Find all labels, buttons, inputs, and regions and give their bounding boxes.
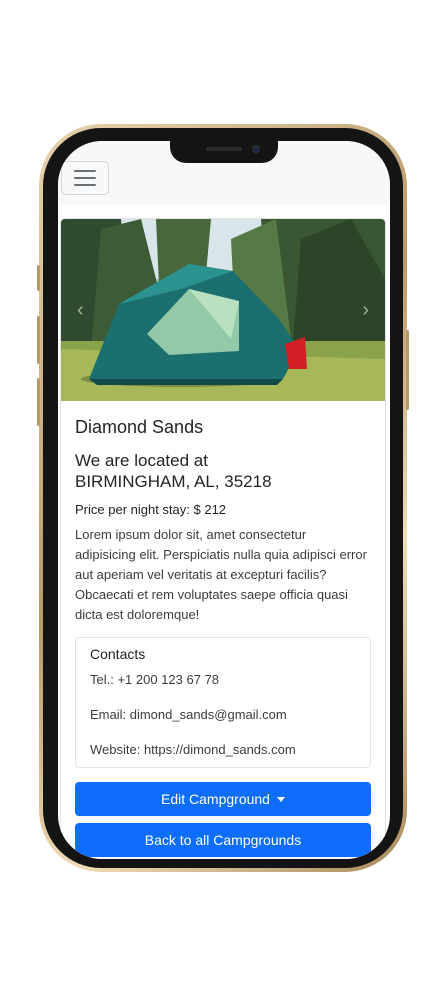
contact-email: Email: dimond_sands@gmail.com [90, 707, 287, 722]
speaker-grille [206, 147, 242, 151]
campground-card: ‹ › Diamond Sands We are located at BIRM… [60, 218, 386, 859]
carousel-prev-icon[interactable]: ‹ [77, 299, 84, 322]
edit-campground-label: Edit Campground [161, 791, 270, 807]
hamburger-icon-line [74, 170, 96, 172]
location-prefix: We are located at [75, 451, 208, 470]
phone-volume-up [37, 316, 40, 364]
campground-photo: ‹ › [61, 219, 385, 401]
phone-notch [170, 141, 278, 163]
navbar-toggler-button[interactable] [61, 161, 109, 195]
card-body: Diamond Sands We are located at BIRMINGH… [61, 401, 385, 857]
back-to-campgrounds-button[interactable]: Back to all Campgrounds [75, 823, 371, 857]
contact-website: Website: https://dimond_sands.com [90, 742, 296, 757]
price-per-night: Price per night stay: $ 212 [75, 502, 227, 517]
campground-title: Diamond Sands [75, 417, 204, 437]
tent-image [61, 219, 385, 401]
front-camera [252, 145, 260, 153]
contacts-box: Contacts Tel.: +1 200 123 67 78 Email: d… [75, 637, 371, 768]
carousel-next-icon[interactable]: › [362, 299, 369, 322]
campground-description: Lorem ipsum dolor sit, amet consectetur … [75, 527, 367, 622]
hamburger-icon-line [74, 177, 96, 179]
phone-screen: ‹ › Diamond Sands We are located at BIRM… [58, 141, 390, 859]
hamburger-icon-line [74, 184, 96, 186]
caret-down-icon [276, 797, 285, 802]
campground-location: We are located at BIRMINGHAM, AL, 35218 [75, 450, 371, 492]
phone-power-button [406, 330, 409, 410]
location-address: BIRMINGHAM, AL, 35218 [75, 472, 272, 491]
contacts-title: Contacts [90, 646, 146, 662]
phone-mute-switch [37, 265, 40, 291]
edit-campground-button[interactable]: Edit Campground [75, 782, 371, 816]
contact-phone: Tel.: +1 200 123 67 78 [90, 672, 220, 687]
phone-volume-down [37, 378, 40, 426]
